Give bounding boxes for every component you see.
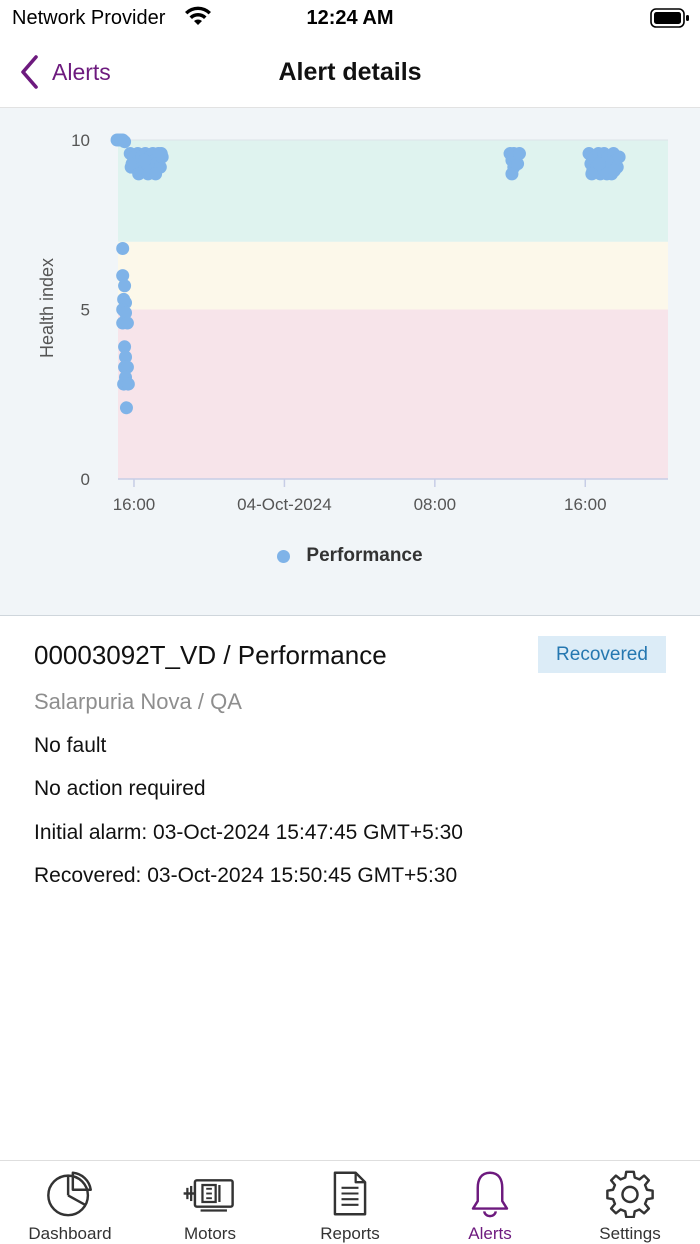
data-point	[154, 147, 168, 161]
tab-reports[interactable]: Reports	[280, 1161, 420, 1244]
tab-motors[interactable]: Motors	[140, 1161, 280, 1244]
data-point	[137, 153, 151, 167]
motor-icon	[183, 1179, 234, 1212]
legend-label: Performance	[306, 545, 423, 566]
battery-icon	[650, 8, 690, 33]
tab-label: Dashboard	[28, 1224, 112, 1243]
chart-band-1	[118, 241, 668, 310]
y-tick-label: 5	[81, 301, 90, 320]
pie-chart-icon	[47, 1171, 92, 1217]
alert-title: 00003092T_VD / Performance	[34, 640, 387, 670]
chart-band-0	[118, 309, 668, 479]
data-point	[118, 135, 132, 149]
x-tick-label: 04-Oct-2024	[237, 495, 332, 514]
status-bar: Network Provider 12:24 AM	[0, 0, 700, 36]
recovered-text: Recovered: 03-Oct-2024 15:50:45 GMT+5:30	[34, 864, 458, 887]
gear-icon	[606, 1170, 654, 1218]
bell-icon	[471, 1171, 509, 1218]
legend-marker	[277, 549, 291, 563]
alert-location: Salarpuria Nova / QA	[34, 689, 242, 714]
report-icon	[333, 1171, 367, 1216]
health-chart: 0 5 10 16:00 04-Oct-2024 08:00 16:00 Health in…	[0, 108, 700, 616]
fault-text: No fault	[34, 734, 107, 757]
tab-alerts[interactable]: Alerts	[420, 1161, 560, 1244]
data-point	[607, 164, 621, 178]
action-text: No action required	[34, 777, 206, 800]
data-point	[118, 279, 132, 293]
x-tick-label: 16:00	[113, 495, 156, 514]
tab-dashboard[interactable]: Dashboard	[0, 1161, 140, 1244]
page-title: Alert details	[278, 58, 422, 86]
navigation-bar: Alerts Alert details	[0, 36, 700, 108]
data-point	[612, 150, 626, 164]
data-point	[116, 241, 130, 255]
data-point	[121, 377, 135, 391]
data-point	[119, 401, 133, 415]
tab-label: Settings	[599, 1224, 661, 1243]
data-point	[512, 147, 526, 161]
health-chart-svg: 0 5 10 16:00 04-Oct-2024 08:00 16:00 Health in…	[37, 131, 668, 514]
tab-label: Motors	[184, 1224, 236, 1243]
data-point	[120, 316, 134, 330]
tab-label: Reports	[320, 1224, 380, 1243]
initial-alarm-text: Initial alarm: 03-Oct-2024 15:47:45 GMT+…	[34, 821, 463, 844]
data-point	[149, 167, 163, 181]
y-tick-label: 0	[81, 470, 90, 489]
tab-bar: Dashboard Motors Reports Alerts Settings	[0, 1160, 700, 1244]
tab-label: Alerts	[468, 1224, 512, 1243]
x-tick-label: 08:00	[414, 495, 457, 514]
tab-settings[interactable]: Settings	[560, 1161, 700, 1244]
y-axis-label: Health index	[37, 258, 57, 358]
y-tick-label: 10	[71, 131, 90, 150]
status-badge: Recovered	[538, 636, 666, 673]
chart-legend: Performance	[0, 545, 700, 567]
x-tick-label: 16:00	[564, 495, 607, 514]
clock: 12:24 AM	[306, 7, 394, 29]
